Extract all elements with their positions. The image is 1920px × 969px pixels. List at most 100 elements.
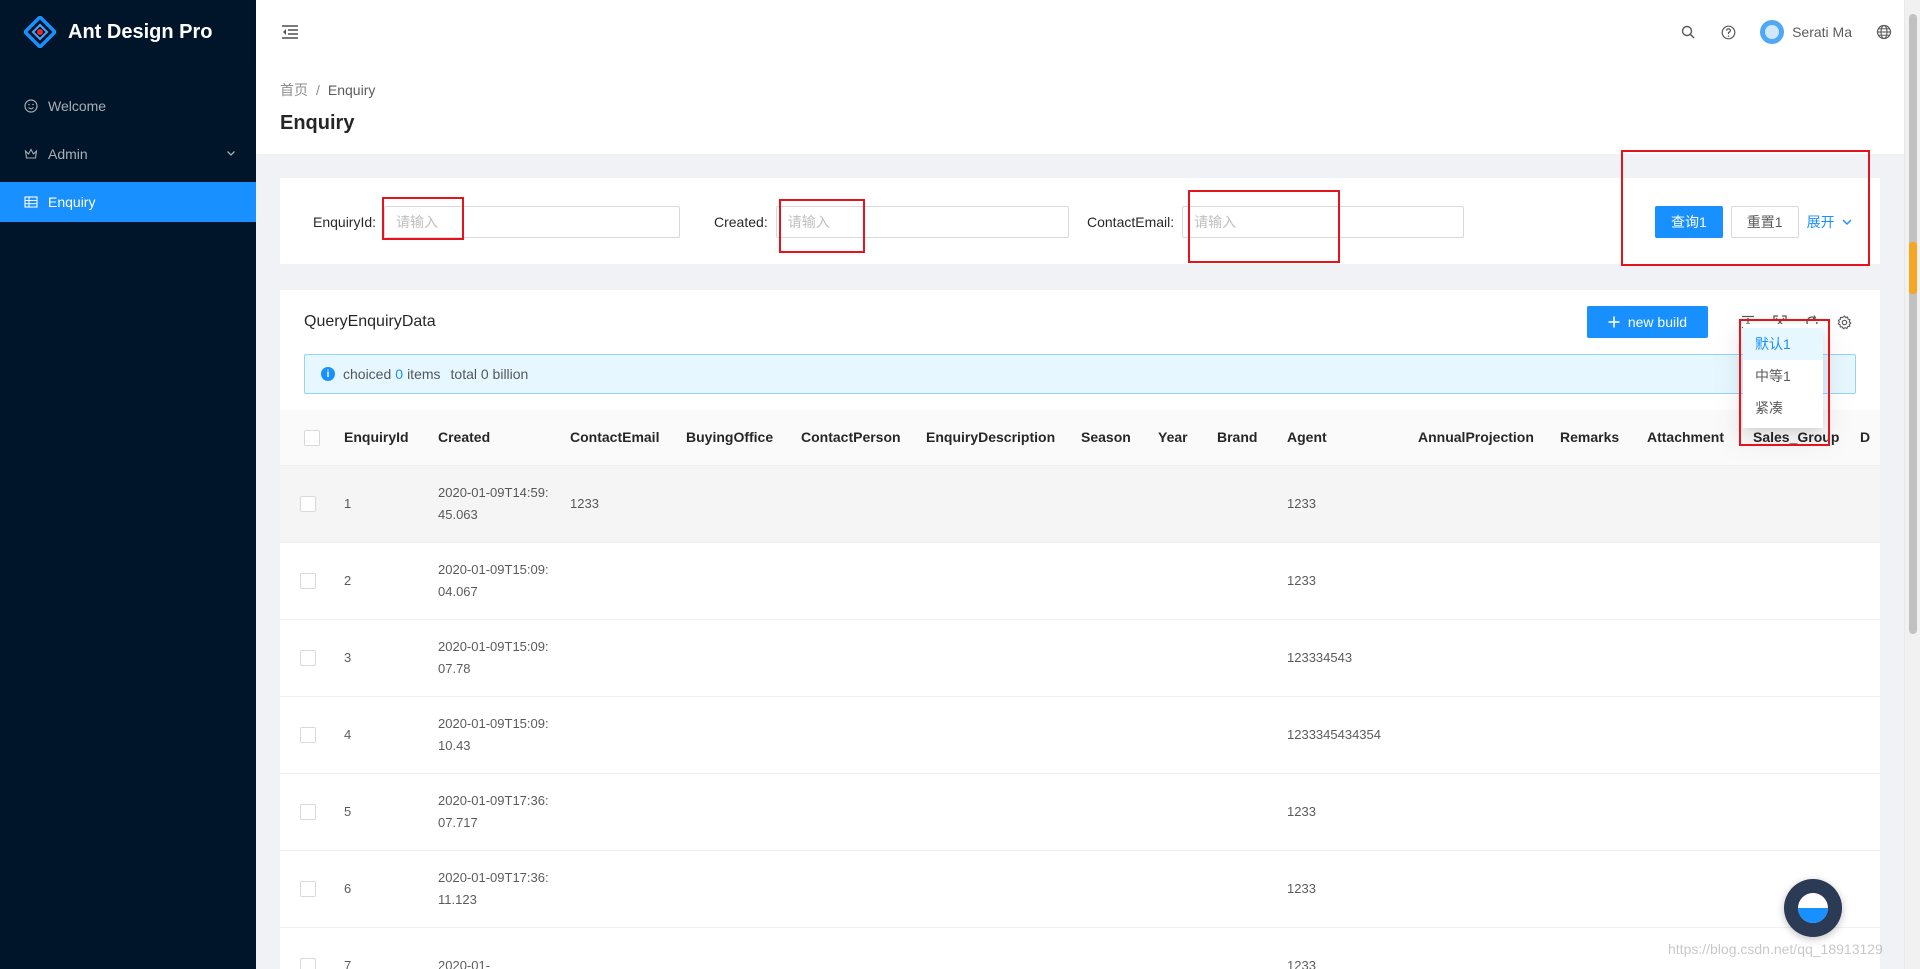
cell-empty [793, 850, 918, 928]
sidebar-item-admin[interactable]: Admin [0, 134, 256, 174]
alert-items-word: items [407, 366, 441, 382]
row-select-cell [280, 696, 336, 774]
table-row[interactable]: 2 2020-01-09T15:09:04.067 1233 [280, 542, 1880, 620]
column-header[interactable]: ContactPerson [793, 410, 918, 466]
table-row[interactable]: 7 2020-01- 1233 [280, 927, 1880, 969]
crown-icon [24, 147, 38, 161]
question-icon[interactable] [1708, 0, 1748, 64]
table-row[interactable]: 6 2020-01-09T17:36:11.123 1233 [280, 850, 1880, 928]
cell-enquiryid: 7 [336, 927, 430, 969]
sidebar-menu: Welcome Admin Enquiry [0, 86, 256, 222]
table-row[interactable]: 5 2020-01-09T17:36:07.717 1233 [280, 773, 1880, 851]
setting-icon[interactable] [1828, 306, 1860, 338]
enquiry-table: EnquiryId Created ContactEmail BuyingOff… [280, 410, 1880, 969]
cell-empty [1639, 773, 1745, 851]
table-row[interactable]: 4 2020-01-09T15:09:10.43 1233345434354 [280, 696, 1880, 774]
density-option-default[interactable]: 默认1 [1743, 328, 1823, 360]
breadcrumb-current: Enquiry [327, 82, 376, 98]
table-row[interactable]: 3 2020-01-09T15:09:07.78 123334543 [280, 619, 1880, 697]
ant-design-logo-icon [24, 16, 56, 48]
cell-empty [1410, 850, 1552, 928]
globe-icon[interactable] [1864, 0, 1904, 64]
select-all-cell [280, 410, 336, 466]
cell-empty [1639, 542, 1745, 620]
cell-empty [1552, 542, 1639, 620]
row-checkbox[interactable] [300, 496, 316, 513]
cell-empty [1150, 850, 1209, 928]
column-header[interactable]: Created [430, 410, 562, 466]
column-header[interactable]: Remarks [1552, 410, 1639, 466]
row-checkbox[interactable] [300, 650, 316, 667]
column-header[interactable]: AnnualProjection [1410, 410, 1552, 466]
column-header[interactable]: BuyingOffice [678, 410, 793, 466]
row-checkbox[interactable] [300, 958, 316, 969]
cell-empty [678, 619, 793, 697]
table-card: QueryEnquiryData new build i choiced 0 i… [280, 290, 1880, 969]
cell-contactemail [562, 542, 678, 620]
menu-fold-icon[interactable] [280, 22, 300, 42]
query-button[interactable]: 查询1 [1655, 206, 1723, 238]
table-row[interactable]: 1 2020-01-09T14:59:45.063 1233 1233 [280, 465, 1880, 543]
scrollbar-thumb[interactable] [1909, 14, 1917, 634]
cell-agent: 1233 [1279, 542, 1410, 620]
created-input[interactable] [775, 206, 1069, 238]
sidebar-item-enquiry[interactable]: Enquiry [0, 182, 256, 222]
row-checkbox[interactable] [300, 881, 316, 898]
cell-empty [1852, 619, 1880, 697]
logo[interactable]: Ant Design Pro [0, 0, 256, 64]
selection-alert: i choiced 0 items total 0 billion 空 [304, 354, 1856, 394]
cell-created: 2020-01-09T14:59:45.063 [430, 465, 562, 543]
cell-empty [1209, 542, 1279, 620]
expand-link[interactable]: 展开 [1807, 212, 1853, 232]
sidebar-item-welcome[interactable]: Welcome [0, 86, 256, 126]
cell-empty [1852, 850, 1880, 928]
column-header[interactable]: Agent [1279, 410, 1410, 466]
cell-contactemail [562, 696, 678, 774]
cell-created: 2020-01-09T15:09:07.78 [430, 619, 562, 697]
cell-agent: 1233 [1279, 927, 1410, 969]
alert-total: total 0 billion [450, 366, 529, 382]
density-option-middle[interactable]: 中等1 [1743, 360, 1823, 392]
density-option-compact[interactable]: 紧凑 [1743, 392, 1823, 424]
cell-empty [918, 465, 1073, 543]
table-header-row: EnquiryId Created ContactEmail BuyingOff… [280, 410, 1880, 466]
row-select-cell [280, 619, 336, 697]
column-header[interactable]: ContactEmail [562, 410, 678, 466]
cell-empty [793, 773, 918, 851]
row-checkbox[interactable] [300, 573, 316, 590]
page-title: Enquiry [280, 112, 355, 134]
select-all-checkbox[interactable] [304, 429, 320, 446]
contactemail-input[interactable] [1182, 206, 1465, 238]
new-build-button[interactable]: new build [1586, 306, 1708, 338]
reset-button[interactable]: 重置1 [1730, 206, 1799, 238]
floating-assistant-button[interactable] [1784, 879, 1842, 937]
cell-empty [1150, 696, 1209, 774]
search-icon[interactable] [1668, 0, 1708, 64]
column-header[interactable]: D [1852, 410, 1880, 466]
assistant-icon [1798, 893, 1828, 923]
enquiryid-input[interactable] [384, 206, 681, 238]
column-header[interactable]: Season [1073, 410, 1150, 466]
column-header[interactable]: Year [1150, 410, 1209, 466]
cell-empty [1852, 773, 1880, 851]
column-header[interactable]: EnquiryDescription [918, 410, 1073, 466]
column-header[interactable]: Attachment [1639, 410, 1745, 466]
cell-empty [1745, 465, 1852, 543]
user-menu[interactable]: Serati Ma [1748, 0, 1864, 64]
page-scrollbar[interactable] [1904, 0, 1920, 969]
cell-empty [918, 696, 1073, 774]
cell-contactemail [562, 773, 678, 851]
table-toolbar: QueryEnquiryData new build [280, 290, 1880, 354]
cell-agent: 1233 [1279, 465, 1410, 543]
cell-empty [1745, 542, 1852, 620]
row-checkbox[interactable] [300, 727, 316, 744]
row-checkbox[interactable] [300, 804, 316, 821]
cell-created: 2020-01-09T15:09:10.43 [430, 696, 562, 774]
cell-empty [1073, 850, 1150, 928]
column-header[interactable]: Brand [1209, 410, 1279, 466]
breadcrumb: 首页 / Enquiry [280, 80, 1880, 100]
column-header[interactable]: EnquiryId [336, 410, 430, 466]
breadcrumb-home[interactable]: 首页 [280, 82, 308, 98]
cell-empty [1852, 696, 1880, 774]
cell-empty [678, 542, 793, 620]
